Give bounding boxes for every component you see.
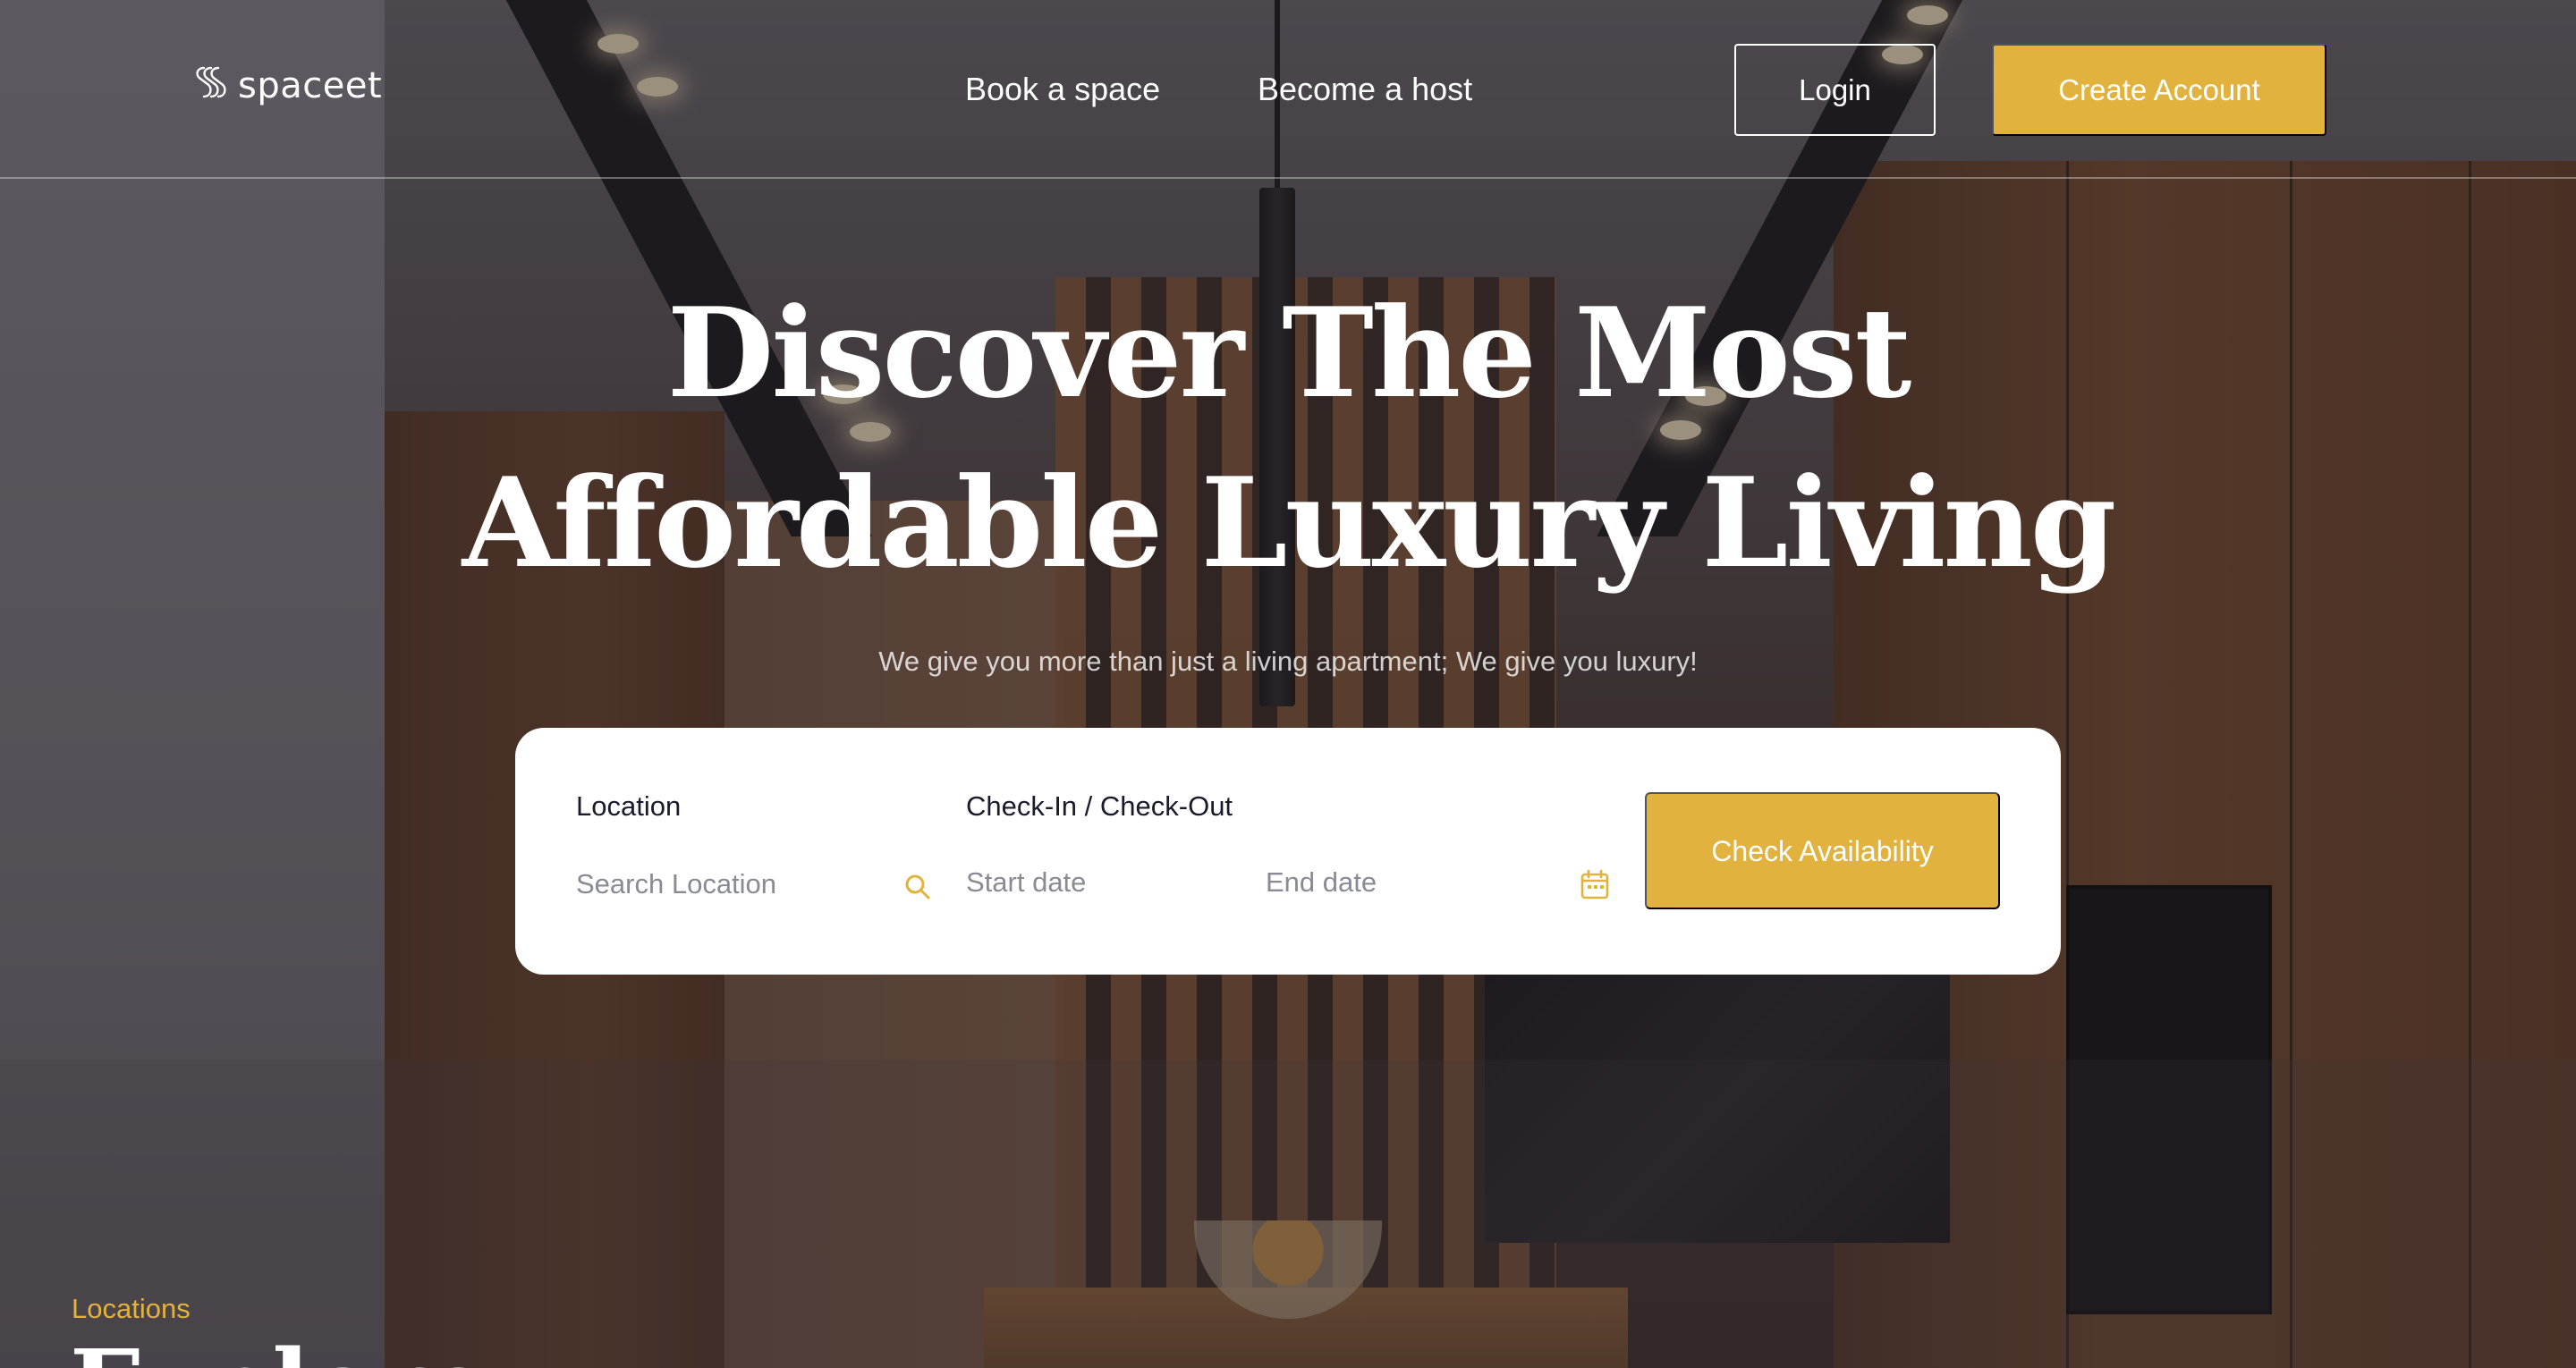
end-date-input[interactable] [1266, 860, 1534, 905]
hero-title-line-2: Affordable Luxury Living [462, 450, 2117, 595]
login-button[interactable]: Login [1734, 44, 1936, 136]
search-icon[interactable] [902, 871, 934, 903]
calendar-icon[interactable] [1580, 869, 1610, 901]
spaceet-logo-icon [191, 63, 234, 110]
hero-subtitle: We give you more than just a living apar… [878, 646, 1698, 677]
nav-become-a-host[interactable]: Become a host [1258, 66, 1472, 113]
availability-search-card: Location Check-In / Check-Out Check Avai… [515, 728, 2061, 975]
section-title: Explore [70, 1332, 489, 1368]
dates-label: Check-In / Check-Out [966, 790, 1233, 822]
section-backdrop [0, 1060, 2576, 1368]
hero-title: Discover The Most Affordable Luxury Livi… [0, 268, 2576, 608]
create-account-button[interactable]: Create Account [1992, 44, 2326, 136]
nav-book-a-space[interactable]: Book a space [965, 66, 1160, 113]
section-eyebrow: Locations [72, 1293, 191, 1324]
brand-logo[interactable]: spaceet [191, 63, 382, 109]
location-search-input[interactable] [576, 862, 880, 907]
site-header: spaceet Book a space Become a host Login… [0, 0, 2576, 179]
check-availability-button[interactable]: Check Availability [1645, 792, 2000, 909]
location-label: Location [576, 790, 682, 822]
hero-title-line-1: Discover The Most [666, 280, 1912, 426]
start-date-input[interactable] [966, 860, 1234, 905]
brand-name: spaceet [238, 65, 383, 106]
